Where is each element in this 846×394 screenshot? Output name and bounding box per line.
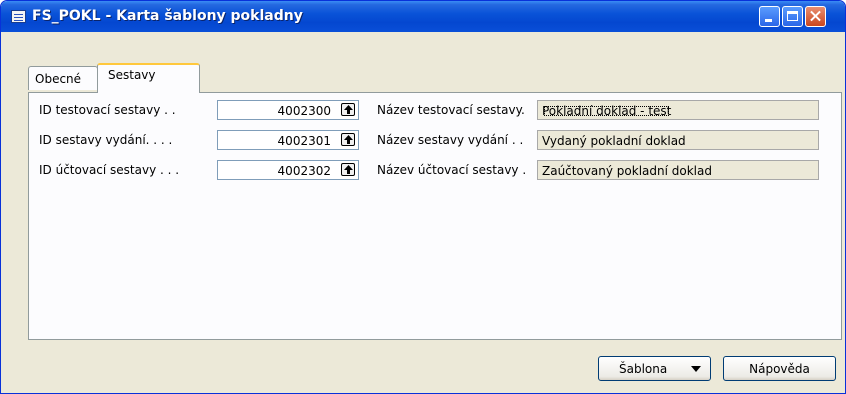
close-button[interactable]: [805, 6, 826, 27]
field-row-posting-report: ID účtovací sestavy . . . 4002302 Název …: [29, 160, 843, 182]
test-report-id-input[interactable]: 4002300: [217, 100, 359, 120]
issue-report-name-field: Vydaný pokladní doklad: [537, 130, 819, 150]
issue-report-id-value: 4002301: [277, 134, 331, 148]
issue-report-id-label: ID sestavy vydání. . . .: [39, 133, 173, 147]
minimize-button[interactable]: [759, 6, 780, 27]
posting-report-id-label: ID účtovací sestavy . . .: [39, 163, 180, 177]
posting-report-name-value: Zaúčtovaný pokladní doklad: [542, 164, 712, 178]
posting-report-id-input[interactable]: 4002302: [217, 160, 359, 180]
posting-report-id-value: 4002302: [277, 164, 331, 178]
lookup-button[interactable]: [341, 103, 355, 116]
test-report-name-field: Pokladní doklad - test: [537, 100, 819, 120]
test-report-id-label: ID testovací sestavy . .: [39, 103, 176, 117]
title-bar[interactable]: FS_POKL - Karta šablony pokladny: [1, 1, 845, 32]
lookup-arrow-icon: [344, 165, 353, 174]
maximize-button[interactable]: [782, 6, 803, 27]
posting-report-name-label: Název účtovací sestavy .: [377, 163, 527, 177]
help-button[interactable]: Nápověda: [723, 356, 836, 381]
help-button-label: Nápověda: [749, 362, 810, 376]
lookup-arrow-icon: [344, 105, 353, 114]
test-report-name-label: Název testovací sestavy.: [377, 103, 525, 117]
issue-report-name-value: Vydaný pokladní doklad: [542, 134, 686, 148]
minimize-icon: [765, 19, 772, 22]
field-row-test-report: ID testovací sestavy . . 4002300 Název t…: [29, 100, 843, 122]
tab-reports[interactable]: Sestavy: [97, 63, 200, 93]
lookup-arrow-icon: [344, 135, 353, 144]
tab-general[interactable]: Obecné: [28, 66, 98, 90]
tab-reports-label: Sestavy: [108, 68, 156, 82]
issue-report-name-label: Název sestavy vydání . .: [377, 133, 524, 147]
test-report-id-value: 4002300: [277, 104, 331, 118]
reports-panel: ID testovací sestavy . . 4002300 Název t…: [28, 92, 842, 340]
field-row-issue-report: ID sestavy vydání. . . . 4002301 Název s…: [29, 130, 843, 152]
template-menu-button[interactable]: Šablona: [598, 356, 711, 381]
maximize-icon: [787, 11, 798, 21]
test-report-name-value: Pokladní doklad - test: [542, 104, 672, 118]
card-window: FS_POKL - Karta šablony pokladny Obecné …: [0, 0, 846, 394]
lookup-button[interactable]: [341, 163, 355, 176]
dropdown-arrow-icon: [691, 366, 701, 372]
lookup-button[interactable]: [341, 133, 355, 146]
close-icon: [806, 7, 825, 26]
window-title: FS_POKL - Karta šablony pokladny: [32, 8, 303, 24]
posting-report-name-field: Zaúčtovaný pokladní doklad: [537, 160, 819, 180]
form-icon: [11, 10, 26, 23]
template-button-label: Šablona: [619, 362, 668, 376]
issue-report-id-input[interactable]: 4002301: [217, 130, 359, 150]
